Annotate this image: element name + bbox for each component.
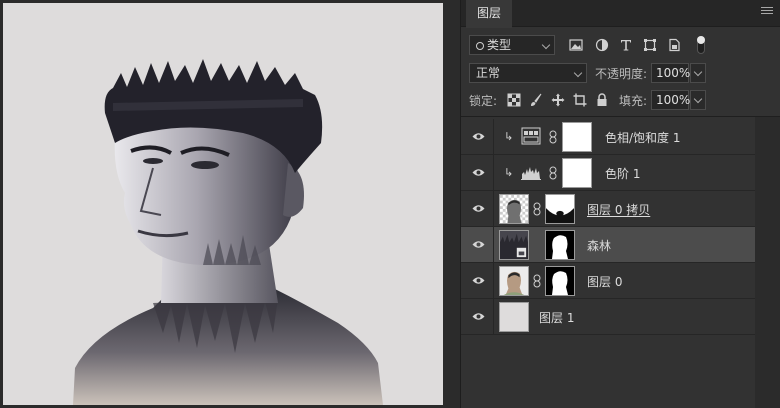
layer-row[interactable]: 图层 0 拷贝 [461, 191, 755, 227]
fill-slider-toggle[interactable] [690, 90, 706, 110]
lock-row: 锁定: 填充: 100% [461, 87, 780, 113]
lock-position-icon[interactable] [551, 93, 565, 107]
eye-icon [472, 277, 485, 284]
visibility-toggle[interactable] [461, 263, 494, 299]
eye-icon [472, 205, 485, 212]
visibility-toggle[interactable] [461, 299, 494, 335]
search-icon [476, 42, 484, 50]
blend-mode-dropdown[interactable]: 正常 [469, 63, 587, 83]
clipping-arrow-icon: ↳ [504, 166, 514, 179]
levels-histogram-icon [521, 167, 541, 180]
lock-all-icon[interactable] [595, 93, 609, 107]
link-icon[interactable] [533, 274, 541, 288]
document-canvas[interactable] [3, 3, 443, 405]
tab-layers[interactable]: 图层 [466, 0, 512, 28]
link-icon[interactable] [549, 166, 557, 180]
clipping-arrow-icon: ↳ [504, 130, 514, 143]
layer-row[interactable]: 图层 0 [461, 263, 755, 299]
double-exposure-artwork [73, 59, 383, 405]
mask-silhouette [546, 231, 574, 259]
shape-filter-icon[interactable] [643, 38, 657, 52]
layer-mask-thumbnail[interactable] [562, 122, 592, 152]
layer-mask-thumbnail[interactable] [545, 230, 575, 260]
lock-transparent-icon[interactable] [507, 93, 521, 107]
image-filter-icon[interactable] [569, 38, 583, 52]
adjustment-filter-icon[interactable] [595, 38, 609, 52]
layer-row[interactable]: ↳ 色相/饱和度 1 [461, 119, 755, 155]
panel-tab-bar: 图层 [461, 0, 780, 28]
text-filter-icon[interactable] [619, 38, 633, 52]
layer-row[interactable]: ↳ 色阶 1 [461, 155, 755, 191]
hue-saturation-icon [521, 127, 541, 145]
layer-row[interactable]: 森林 [461, 227, 755, 263]
lock-artboard-icon[interactable] [573, 93, 587, 107]
eye-icon [472, 241, 485, 248]
hamburger-icon[interactable] [761, 7, 773, 19]
visibility-toggle[interactable] [461, 155, 494, 191]
visibility-toggle[interactable] [461, 191, 494, 227]
filter-kind-label: 类型 [487, 38, 512, 52]
visibility-toggle[interactable] [461, 119, 494, 155]
filter-kind-dropdown[interactable]: 类型 [469, 35, 555, 55]
link-icon[interactable] [533, 202, 541, 216]
eye-icon [472, 313, 485, 320]
layer-thumbnail[interactable] [499, 302, 529, 332]
chevron-down-icon [541, 40, 551, 50]
layer-thumbnail[interactable] [499, 194, 529, 224]
smart-object-filter-icon[interactable] [667, 38, 681, 52]
layer-thumbnail[interactable] [499, 266, 529, 296]
layer-mask-thumbnail[interactable] [545, 194, 575, 224]
layer-name[interactable]: 色相/饱和度 1 [605, 129, 681, 146]
layers-panel: 图层 类型 正常 不透明度: 100% 锁定: 填充: 100% ↳ 色相/饱和… [460, 0, 780, 408]
opacity-label: 不透明度: [595, 67, 648, 81]
layer-name[interactable]: 色阶 1 [605, 165, 640, 182]
mask-silhouette [546, 267, 574, 295]
chevron-down-icon [573, 68, 583, 78]
visibility-toggle[interactable] [461, 227, 494, 263]
fill-input[interactable]: 100% [651, 90, 690, 110]
lock-label: 锁定: [469, 94, 498, 108]
layer-mask-thumbnail[interactable] [545, 266, 575, 296]
opacity-slider-toggle[interactable] [690, 63, 706, 83]
opacity-input[interactable]: 100% [651, 63, 690, 83]
eye-icon [472, 133, 485, 140]
link-icon[interactable] [549, 130, 557, 144]
canvas-area[interactable] [0, 0, 460, 408]
smart-object-thumbnail[interactable] [499, 230, 529, 260]
layer-name[interactable]: 图层 0 [587, 273, 622, 290]
filter-toggle-icon[interactable] [697, 36, 705, 54]
layer-row[interactable]: 图层 1 [461, 299, 755, 335]
fill-label: 填充: [619, 94, 648, 108]
layers-scrollbar[interactable] [755, 117, 780, 408]
filter-row: 类型 [461, 30, 780, 60]
layer-name[interactable]: 森林 [587, 237, 611, 254]
layer-name[interactable]: 图层 0 拷贝 [587, 201, 650, 218]
lock-paint-icon[interactable] [529, 93, 543, 107]
blend-mode-value: 正常 [476, 66, 501, 80]
eye-icon [472, 169, 485, 176]
layers-list: ↳ 色相/饱和度 1 ↳ 色阶 1 图层 0 拷贝 森林 图层 0 图层 1 [461, 116, 780, 408]
blend-row: 正常 不透明度: 100% [461, 60, 780, 86]
layer-mask-thumbnail[interactable] [562, 158, 592, 188]
layer-name[interactable]: 图层 1 [539, 309, 574, 326]
